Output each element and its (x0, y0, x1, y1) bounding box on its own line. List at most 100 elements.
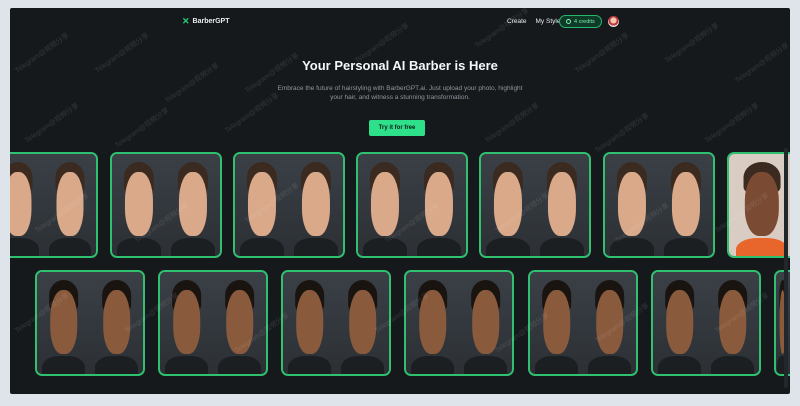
face-photo (358, 154, 412, 256)
before-after-card[interactable] (233, 152, 345, 258)
head-shape (102, 290, 131, 354)
shoulders-shape (117, 237, 161, 256)
face-photo (659, 154, 713, 256)
shoulders-shape (658, 355, 701, 374)
before-after-card[interactable] (528, 270, 638, 376)
shoulders-shape (42, 355, 85, 374)
credits-badge[interactable]: 4 credits (559, 15, 602, 28)
watermark-text: Telegram@视频分享 (704, 102, 761, 145)
face-photo (653, 272, 706, 374)
coin-icon (566, 19, 571, 24)
head-shape (665, 290, 694, 354)
head-shape (225, 290, 254, 354)
before-after-card[interactable] (727, 152, 790, 258)
try-free-button[interactable]: Try it for free (369, 120, 425, 136)
app-window: ✕ BarberGPT Create My Styles 4 credits Y… (10, 8, 790, 394)
shoulders-shape (240, 237, 284, 256)
shoulders-shape (341, 355, 384, 374)
before-after-card[interactable] (603, 152, 715, 258)
shoulders-shape (218, 355, 261, 374)
scissors-icon: ✕ (182, 16, 190, 26)
shoulders-shape (49, 237, 91, 256)
head-shape (56, 172, 84, 236)
face-photo (37, 272, 90, 374)
credits-label: 4 credits (574, 18, 595, 25)
user-avatar[interactable] (608, 16, 619, 27)
nav-links: Create My Styles (507, 18, 564, 25)
head-shape (348, 290, 377, 354)
shoulders-shape (664, 237, 708, 256)
before-after-card[interactable] (404, 270, 514, 376)
face-photo (706, 272, 759, 374)
watermark-text: Telegram@视频分享 (114, 107, 171, 150)
face-photo (336, 272, 389, 374)
top-navbar: ✕ BarberGPT Create My Styles 4 credits (10, 8, 790, 38)
head-shape (124, 172, 154, 236)
face-photo (605, 154, 659, 256)
face-photo (729, 154, 790, 256)
face-photo (44, 154, 96, 256)
before-after-card[interactable] (158, 270, 268, 376)
face-photo (789, 272, 790, 374)
before-after-card[interactable] (651, 270, 761, 376)
shoulders-shape (417, 237, 461, 256)
shoulders-shape (535, 355, 578, 374)
head-shape (418, 290, 447, 354)
face-photo (406, 272, 459, 374)
head-shape (744, 172, 780, 236)
head-shape (718, 290, 747, 354)
head-shape (424, 172, 454, 236)
shoulders-shape (165, 355, 208, 374)
before-after-card[interactable] (110, 152, 222, 258)
before-after-card[interactable] (35, 270, 145, 376)
head-shape (49, 290, 78, 354)
shoulders-shape (411, 355, 454, 374)
shoulders-shape (486, 237, 530, 256)
head-shape (295, 290, 324, 354)
before-after-card[interactable] (356, 152, 468, 258)
face-photo (530, 272, 583, 374)
head-shape (301, 172, 331, 236)
face-photo (289, 154, 343, 256)
gallery-row-2 (10, 270, 790, 376)
face-photo (166, 154, 220, 256)
shoulders-shape (363, 237, 407, 256)
shoulders-shape (464, 355, 507, 374)
brand-logo[interactable]: ✕ BarberGPT (182, 17, 230, 26)
shoulders-shape (171, 237, 215, 256)
watermark-text: Telegram@视频分享 (24, 102, 81, 145)
before-after-card[interactable] (479, 152, 591, 258)
shoulders-shape (735, 237, 789, 256)
face-photo (10, 154, 44, 256)
shoulders-shape (288, 355, 331, 374)
face-photo (481, 154, 535, 256)
before-after-card[interactable] (10, 152, 98, 258)
gallery-row-1 (10, 152, 790, 258)
head-shape (247, 172, 277, 236)
hero-title: Your Personal AI Barber is Here (302, 58, 498, 73)
shoulders-shape (540, 237, 584, 256)
before-after-card[interactable] (281, 270, 391, 376)
head-shape (493, 172, 523, 236)
face-photo (459, 272, 512, 374)
head-shape (178, 172, 208, 236)
shoulders-shape (95, 355, 138, 374)
watermark-text: Telegram@视频分享 (594, 112, 651, 155)
head-shape (10, 172, 32, 236)
shoulders-shape (10, 237, 39, 256)
hero-subtitle: Embrace the future of hairstyling with B… (277, 85, 523, 101)
head-shape (542, 290, 571, 354)
face-photo (90, 272, 143, 374)
face-photo (535, 154, 589, 256)
nav-create-link[interactable]: Create (507, 18, 527, 25)
watermark-text: Telegram@视频分享 (484, 102, 541, 145)
head-shape (471, 290, 500, 354)
watermark-text: Telegram@视频分享 (224, 92, 281, 135)
head-shape (617, 172, 647, 236)
face-photo (112, 154, 166, 256)
head-shape (547, 172, 577, 236)
head-shape (172, 290, 201, 354)
page-scrollbar[interactable] (784, 148, 788, 388)
head-shape (370, 172, 400, 236)
face-photo (412, 154, 466, 256)
